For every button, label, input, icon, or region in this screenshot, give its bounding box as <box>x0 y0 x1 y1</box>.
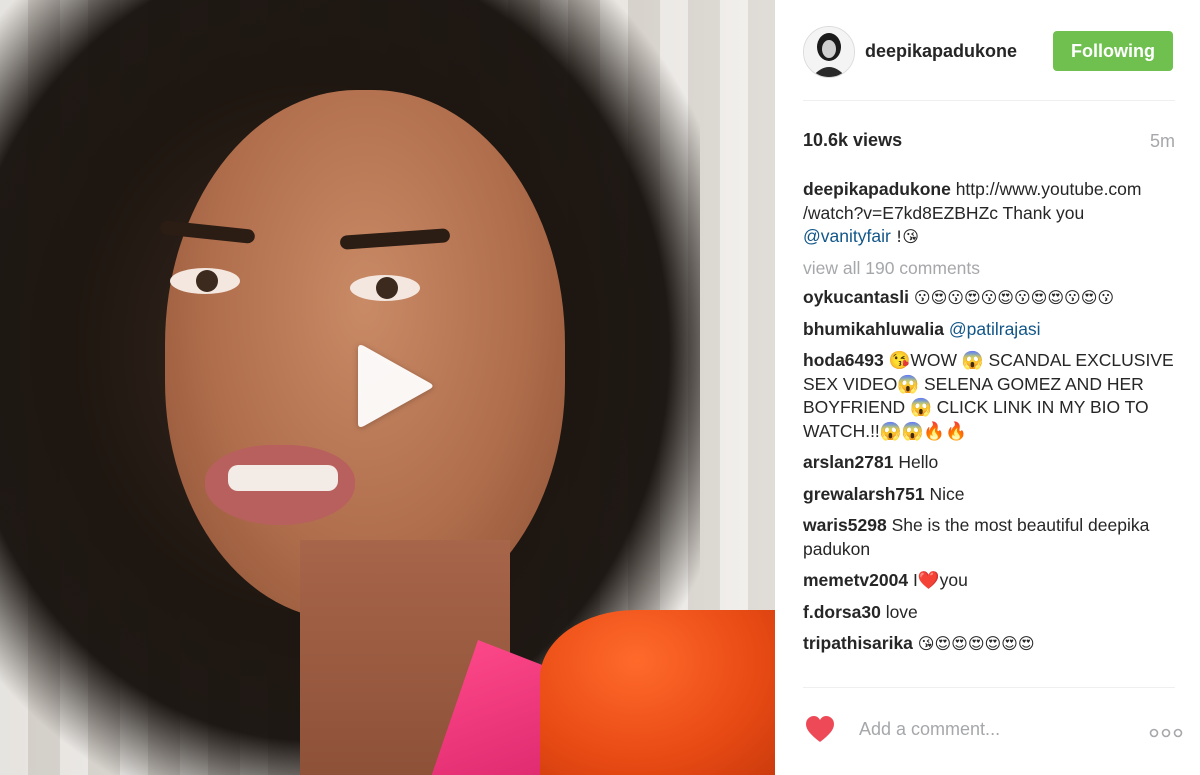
video-subject-eye <box>350 275 420 301</box>
comment-text: I❤️you <box>912 570 968 590</box>
comment-bar <box>803 703 1183 753</box>
following-button[interactable]: Following <box>1053 31 1173 71</box>
video-subject-teeth <box>228 465 338 491</box>
comment-username[interactable]: hoda6493 <box>803 350 884 370</box>
play-button[interactable] <box>350 343 436 429</box>
comment-username[interactable]: arslan2781 <box>803 452 894 472</box>
instagram-post: deepikapadukone Following 10.6k views 5m… <box>0 0 1200 775</box>
avatar-image <box>804 27 854 77</box>
comment-item: bhumikahluwalia @patilrajasi <box>803 318 1175 342</box>
post-sidebar: deepikapadukone Following 10.6k views 5m… <box>775 0 1200 775</box>
comment-item: oykucantasli 😗😍😗😍😗😍😗😍😍😗😍😗 <box>803 286 1175 310</box>
comment-item: waris5298 She is the most beautiful deep… <box>803 514 1175 561</box>
view-all-comments-link[interactable]: view all 190 comments <box>803 257 1175 281</box>
caption-suffix: !😘 <box>890 227 919 246</box>
comment-text: love <box>885 601 918 622</box>
more-options-button[interactable] <box>1149 725 1183 738</box>
comments-section: deepikapadukone http://www.youtube.com /… <box>803 178 1175 656</box>
comment-item: hoda6493 😘WOW 😱 SCANDAL EXCLUSIVE SEX VI… <box>803 349 1175 443</box>
caption-mention[interactable]: @vanityfair <box>803 226 891 246</box>
footer-divider <box>803 687 1175 688</box>
comment-mention[interactable]: @patilrajasi <box>949 319 1041 339</box>
comment-username[interactable]: tripathisarika <box>803 633 913 653</box>
video-player[interactable] <box>0 0 775 775</box>
play-icon <box>358 345 433 427</box>
heart-icon <box>806 716 834 742</box>
comment-item: f.dorsa30 love <box>803 601 1175 625</box>
header-divider <box>803 100 1175 101</box>
comment-username[interactable]: bhumikahluwalia <box>803 319 944 339</box>
caption-username[interactable]: deepikapadukone <box>803 179 951 199</box>
comment-username[interactable]: oykucantasli <box>803 287 909 307</box>
avatar[interactable] <box>803 26 855 78</box>
caption: deepikapadukone http://www.youtube.com /… <box>803 178 1175 249</box>
comment-text: Nice <box>929 483 965 504</box>
comment-item: memetv2004 I❤️you <box>803 569 1175 593</box>
comment-username[interactable]: memetv2004 <box>803 570 908 590</box>
comment-username[interactable]: grewalarsh751 <box>803 484 925 504</box>
post-header: deepikapadukone Following <box>803 24 1175 80</box>
video-subject-eye <box>170 268 240 294</box>
video-subject-coat <box>540 610 775 775</box>
post-timestamp[interactable]: 5m <box>1150 131 1175 152</box>
comment-username[interactable]: f.dorsa30 <box>803 602 881 622</box>
like-button[interactable] <box>805 715 835 743</box>
comment-text: 😘😍😍😍😍😍😍 <box>917 634 1035 653</box>
view-count: 10.6k views <box>803 130 903 150</box>
comment-item: grewalarsh751 Nice <box>803 483 1175 507</box>
more-options-icon <box>1149 728 1183 738</box>
comment-item: arslan2781 Hello <box>803 451 1175 475</box>
comment-text: Hello <box>898 452 939 472</box>
post-username[interactable]: deepikapadukone <box>865 41 1017 62</box>
comment-text: 😗😍😗😍😗😍😗😍😍😗😍😗 <box>913 288 1115 307</box>
add-comment-input[interactable] <box>857 715 1121 743</box>
comment-item: tripathisarika 😘😍😍😍😍😍😍 <box>803 632 1175 656</box>
comment-username[interactable]: waris5298 <box>803 515 887 535</box>
